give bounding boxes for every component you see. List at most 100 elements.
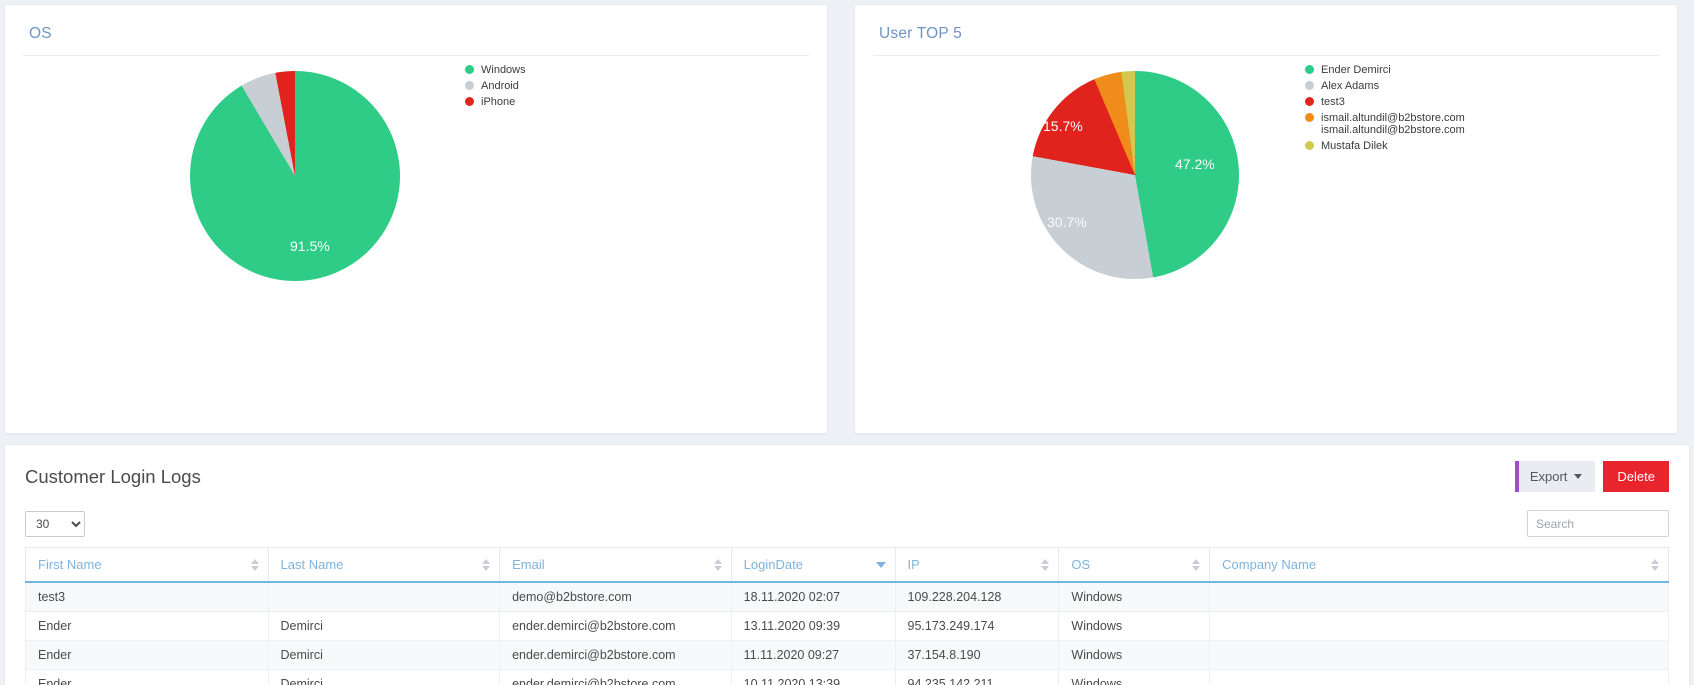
table-body: test3 demo@b2bstore.com 18.11.2020 02:07 10… <box>25 582 1669 685</box>
table-column-header[interactable]: Email <box>499 547 732 583</box>
sort-arrows-icon[interactable] <box>1192 558 1201 571</box>
table-column-header[interactable]: First Name <box>25 547 269 583</box>
page-title: Customer Login Logs <box>25 465 201 487</box>
legend-color-swatch-icon <box>465 65 474 74</box>
sort-arrows-icon[interactable] <box>1651 558 1659 571</box>
user-top5-pie-slice-label-ender: 47.2% <box>1175 156 1215 172</box>
cell-login-date: 10.11.2020 13:39 <box>730 669 896 685</box>
table-row[interactable]: Ender Demirci ender.demirci@b2bstore.com 10… <box>25 669 1669 685</box>
user-top5-chart-body: 47.2% 30.7% 15.7% Ender Demirci Alex Adam… <box>855 56 1677 424</box>
table-column-header-label: OS <box>1071 557 1091 572</box>
chevron-down-icon <box>1574 474 1583 479</box>
cell-company-name <box>1209 582 1669 612</box>
legend-color-swatch-icon <box>1305 97 1314 106</box>
cell-email: ender.demirci@b2bstore.com <box>499 669 732 685</box>
export-button-label: Export <box>1529 469 1568 484</box>
user-top5-pie-chart[interactable] <box>1031 71 1239 279</box>
legend-color-swatch-icon <box>1305 81 1314 90</box>
table-controls: 30 <box>5 506 1689 547</box>
legend-color-swatch-icon <box>1305 141 1314 150</box>
export-button[interactable]: Export <box>1514 461 1596 492</box>
cell-os: Windows <box>1058 669 1211 685</box>
table-column-header[interactable]: OS <box>1058 547 1211 583</box>
os-chart-legend: Windows Android iPhone <box>465 64 526 112</box>
table-header-bar: Customer Login Logs Export Delete <box>5 445 1689 506</box>
login-logs-table: First Name Last Name Email LoginDate IP OS Com… <box>25 547 1669 685</box>
legend-item-label: Windows <box>481 64 526 76</box>
cell-last-name: Demirci <box>267 669 501 685</box>
cell-last-name <box>267 582 501 612</box>
delete-button[interactable]: Delete <box>1603 461 1669 492</box>
table-row[interactable]: Ender Demirci ender.demirci@b2bstore.com 11… <box>25 640 1669 670</box>
legend-item[interactable]: Mustafa Dilek <box>1305 140 1465 152</box>
cell-ip: 95.173.249.174 <box>894 611 1060 641</box>
table-column-header-label: Email <box>512 557 545 572</box>
legend-item-label: Mustafa Dilek <box>1321 140 1388 152</box>
table-column-header[interactable]: LoginDate <box>730 547 896 583</box>
user-top5-pie-slice-label-alex: 30.7% <box>1047 214 1087 230</box>
cell-last-name: Demirci <box>267 611 501 641</box>
table-column-header[interactable]: Company Name <box>1209 547 1669 583</box>
cell-login-date: 11.11.2020 09:27 <box>730 640 896 670</box>
sort-arrows-icon[interactable] <box>713 558 722 571</box>
cell-login-date: 18.11.2020 02:07 <box>730 582 896 612</box>
os-pie-slice-label-windows: 91.5% <box>290 238 330 254</box>
user-top5-card-title: User TOP 5 <box>879 25 962 42</box>
table-row[interactable]: Ender Demirci ender.demirci@b2bstore.com 13… <box>25 611 1669 641</box>
legend-item[interactable]: test3 <box>1305 96 1465 108</box>
charts-row: OS 91.5% Windows Android iPhone User TOP 5… <box>0 0 1694 434</box>
legend-color-swatch-icon <box>465 81 474 90</box>
cell-last-name: Demirci <box>267 640 501 670</box>
cell-ip: 94.235.142.211 <box>894 669 1060 685</box>
user-top5-pie-slice-label-test3: 15.7% <box>1043 118 1083 134</box>
cell-ip: 109.228.204.128 <box>894 582 1060 612</box>
sort-arrows-icon[interactable] <box>875 561 886 568</box>
os-card-title: OS <box>29 25 52 42</box>
user-top5-chart-card: User TOP 5 47.2% 30.7% 15.7% Ender Demir… <box>854 4 1678 434</box>
legend-color-swatch-icon <box>1305 65 1314 74</box>
sort-arrows-icon[interactable] <box>250 558 259 571</box>
cell-email: ender.demirci@b2bstore.com <box>499 640 732 670</box>
table-column-header-label: Company Name <box>1222 557 1317 572</box>
sort-arrows-icon[interactable] <box>482 558 491 571</box>
table-column-header[interactable]: Last Name <box>267 547 501 583</box>
legend-item-label: Alex Adams <box>1321 80 1380 92</box>
cell-email: demo@b2bstore.com <box>499 582 732 612</box>
table-header-row: First Name Last Name Email LoginDate IP OS Com… <box>25 547 1669 583</box>
cell-ip: 37.154.8.190 <box>894 640 1060 670</box>
table-column-header-label: LoginDate <box>743 557 803 572</box>
search-input[interactable] <box>1527 510 1669 537</box>
page-size-select[interactable]: 30 <box>25 510 85 537</box>
legend-item[interactable]: iPhone <box>465 96 526 108</box>
table-row[interactable]: test3 demo@b2bstore.com 18.11.2020 02:07 10… <box>25 582 1669 612</box>
legend-item[interactable]: ismail.altundil@b2bstore.com ismail.altu… <box>1305 112 1465 136</box>
table-actions: Export Delete <box>1514 461 1669 492</box>
table-head-row-group: First Name Last Name Email LoginDate IP OS Com… <box>25 547 1669 583</box>
cell-company-name <box>1209 611 1669 641</box>
legend-color-swatch-icon <box>1305 113 1314 122</box>
cell-os: Windows <box>1058 582 1211 612</box>
legend-item[interactable]: Windows <box>465 64 526 76</box>
legend-item-label: test3 <box>1321 96 1345 108</box>
legend-item[interactable]: Android <box>465 80 526 92</box>
cell-os: Windows <box>1058 611 1211 641</box>
legend-item-label: Ender Demirci <box>1321 64 1391 76</box>
legend-color-swatch-icon <box>465 97 474 106</box>
table-column-header-label: Last Name <box>280 557 344 572</box>
table-column-header[interactable]: IP <box>894 547 1060 583</box>
sort-arrows-icon[interactable] <box>1041 558 1050 571</box>
legend-item-label: ismail.altundil@b2bstore.com ismail.altu… <box>1321 112 1465 136</box>
cell-email: ender.demirci@b2bstore.com <box>499 611 732 641</box>
cell-company-name <box>1209 640 1669 670</box>
cell-first-name: Ender <box>25 611 269 641</box>
legend-item[interactable]: Ender Demirci <box>1305 64 1465 76</box>
os-chart-body: 91.5% Windows Android iPhone <box>5 56 827 424</box>
cell-first-name: Ender <box>25 669 269 685</box>
table-column-header-label: First Name <box>38 557 102 572</box>
cell-first-name: Ender <box>25 640 269 670</box>
dashboard-page: OS 91.5% Windows Android iPhone User TOP 5… <box>0 0 1694 685</box>
legend-item-label: Android <box>481 80 519 92</box>
legend-item[interactable]: Alex Adams <box>1305 80 1465 92</box>
cell-login-date: 13.11.2020 09:39 <box>730 611 896 641</box>
cell-os: Windows <box>1058 640 1211 670</box>
